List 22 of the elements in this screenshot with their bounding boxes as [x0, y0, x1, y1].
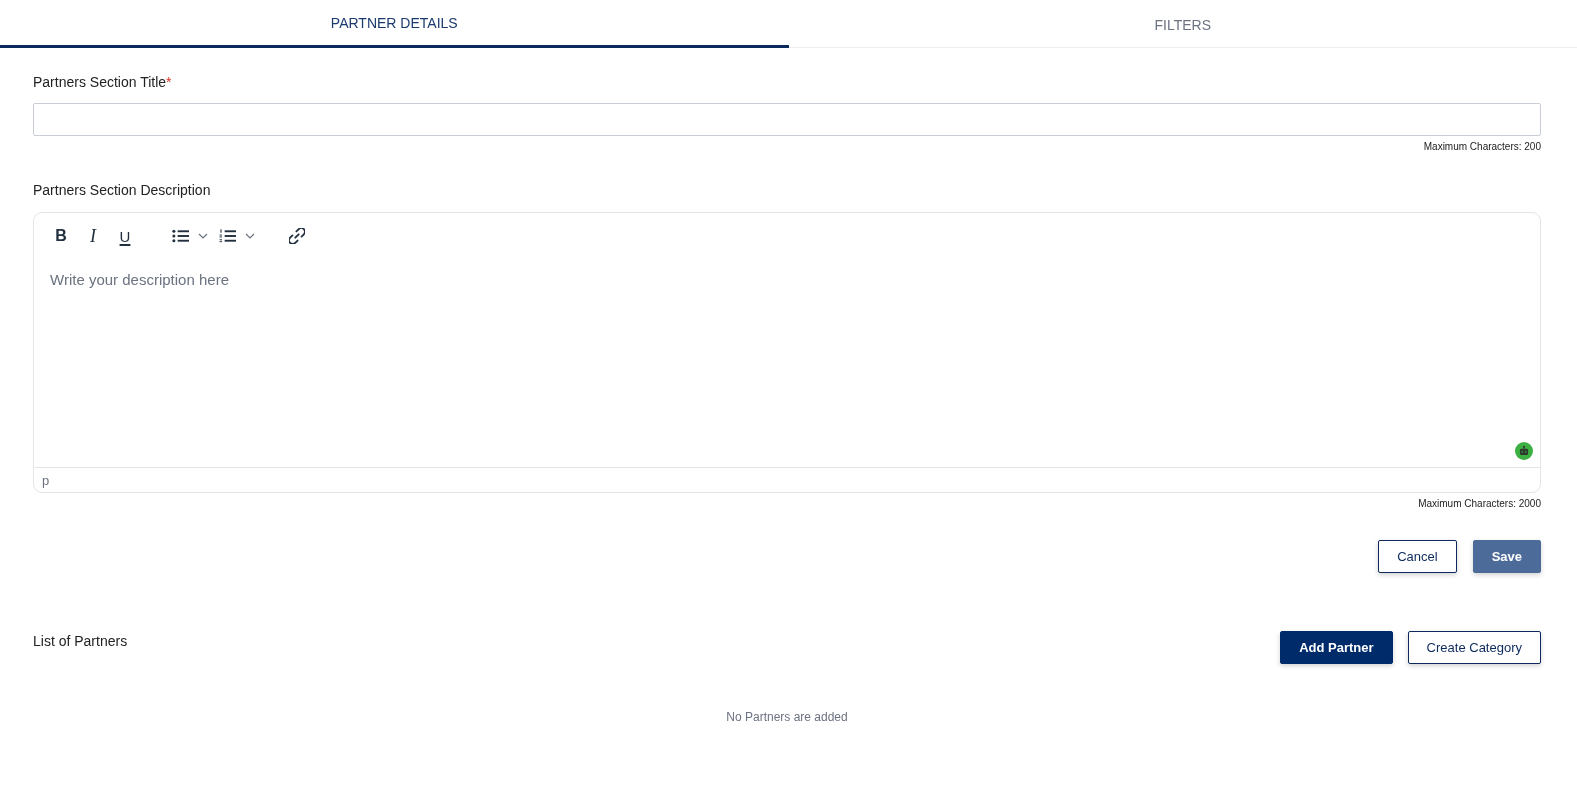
- bold-button[interactable]: B: [49, 224, 73, 248]
- robot-icon[interactable]: [1515, 442, 1533, 460]
- empty-state-message: No Partners are added: [725, 710, 849, 724]
- description-editor-field[interactable]: B I U Write your description here p: [33, 212, 1541, 493]
- field-label: Partners Section Title*: [33, 73, 173, 91]
- form-button[interactable]: Cancel: [1378, 540, 1457, 573]
- required-mark: *: [166, 74, 172, 90]
- character-limit-hint: Maximum Characters: 200: [1422, 140, 1541, 153]
- italic-button[interactable]: I: [81, 224, 105, 248]
- link-icon[interactable]: [289, 228, 305, 244]
- section-heading: List of Partners: [33, 633, 128, 649]
- caret-icon[interactable]: [245, 233, 255, 239]
- bullet-list-icon[interactable]: [172, 229, 189, 243]
- element-path: p: [42, 472, 50, 488]
- partner-action-button[interactable]: Add Partner: [1280, 631, 1393, 664]
- caret-icon[interactable]: [198, 233, 208, 239]
- partner-action-button[interactable]: Create Category: [1407, 631, 1541, 664]
- field-label: Partners Section Description: [33, 181, 212, 199]
- underline-button[interactable]: U: [113, 224, 137, 248]
- title-input-field[interactable]: [33, 103, 1541, 136]
- character-limit-hint: Maximum Characters: 2000: [1417, 497, 1541, 510]
- numbered-list-icon[interactable]: [219, 229, 236, 243]
